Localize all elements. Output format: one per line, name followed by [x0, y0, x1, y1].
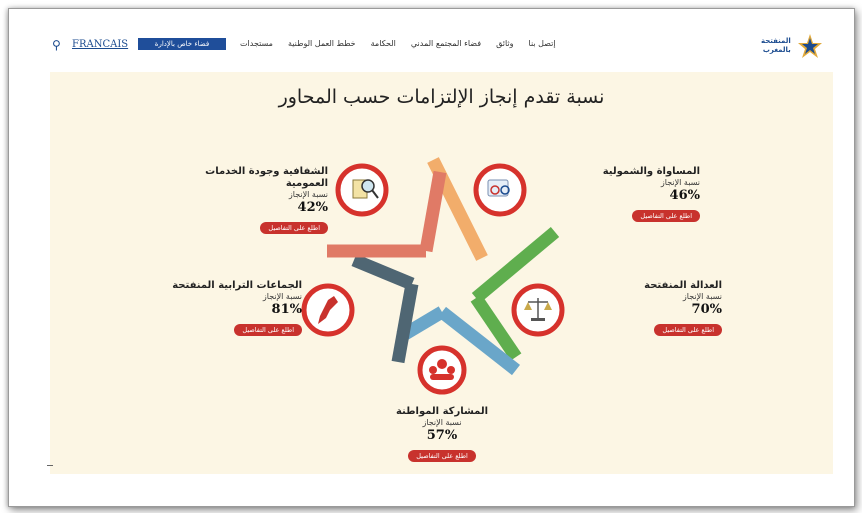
axis-open-justice-percent: 70%	[691, 302, 722, 317]
axis-icon-transparency	[335, 163, 389, 217]
axis-citizen-participation-details-button[interactable]: اطلع على التفاصيل	[408, 450, 476, 462]
search-icon[interactable]: ⚲	[52, 38, 61, 52]
axis-citizen-participation: المشاركة المواطنة نسبة الإنجاز 57% اطلع …	[372, 406, 512, 462]
axis-equality-details-button[interactable]: اطلع على التفاصيل	[632, 210, 700, 222]
admin-space-button[interactable]: فضاء خاص بالإدارة	[138, 38, 226, 50]
axis-local-councils-percent: 81%	[271, 302, 302, 317]
progress-panel: نسبة تقدم إنجاز الإلتزامات حسب المحاور ا…	[50, 72, 833, 474]
nav-item-news[interactable]: مستجدات	[240, 39, 273, 48]
axis-transparency-progress-label: نسبة الإنجاز	[288, 190, 328, 199]
axis-citizen-participation-progress-label: نسبة الإنجاز	[422, 418, 462, 427]
axis-open-justice-progress-label: نسبة الإنجاز	[682, 292, 722, 301]
logo-emblem-icon	[797, 34, 822, 58]
axis-local-councils-progress-label: نسبة الإنجاز	[262, 292, 302, 301]
site-header: ⚲ FRANCAIS فضاء خاص بالإدارة مستجدات خطط…	[40, 22, 835, 72]
axis-transparency-details-button[interactable]: اطلع على التفاصيل	[260, 222, 328, 234]
nav-item-action-plans[interactable]: خطط العمل الوطنية	[288, 39, 356, 48]
axis-citizen-participation-name: المشاركة المواطنة	[395, 406, 489, 417]
axis-local-councils-details-button[interactable]: اطلع على التفاصيل	[234, 324, 302, 336]
axis-transparency-name-line2: العمومية	[285, 178, 328, 189]
main-nav: مستجدات خطط العمل الوطنية الحكامة فضاء ا…	[240, 39, 600, 48]
nav-item-civil-society[interactable]: فضاء المجتمع المدني	[411, 39, 481, 48]
axis-open-justice: العدالة المنفتحة نسبة الإنجاز 70% اطلع ع…	[580, 280, 722, 336]
logo-line-2: بالمغرب	[762, 46, 791, 54]
nav-item-governance[interactable]: الحكامة	[371, 39, 396, 48]
axis-icon-equality	[473, 163, 527, 217]
axis-equality-progress-label: نسبة الإنجاز	[660, 178, 700, 187]
axis-open-justice-details-button[interactable]: اطلع على التفاصيل	[654, 324, 722, 336]
axis-open-justice-name: العدالة المنفتحة	[644, 280, 722, 291]
star-stroke-salmon-b	[419, 170, 447, 253]
axis-icon-local-councils	[301, 283, 355, 337]
axis-equality-name: المساواة والشمولية	[602, 166, 700, 177]
logo-text: المنفتحة بالمغرب	[761, 37, 791, 55]
axis-transparency: الشفافية وجودة الخدمات العمومية نسبة الإ…	[180, 166, 328, 234]
star-stroke-slate-a	[391, 282, 419, 364]
axis-equality: المساواة والشمولية نسبة الإنجاز 46% اطلع…	[560, 166, 700, 222]
nav-item-contact[interactable]: إتصل بنا	[529, 39, 556, 48]
axis-transparency-percent: 42%	[297, 200, 328, 215]
language-switch-link[interactable]: FRANCAIS	[72, 39, 128, 50]
nav-item-documents[interactable]: وثائق	[496, 39, 513, 48]
axis-icon-citizen-participation	[417, 345, 467, 395]
axis-citizen-participation-percent: 57%	[426, 428, 458, 443]
scroll-marker	[47, 465, 53, 466]
star-stroke-slate-b	[351, 253, 415, 291]
axis-equality-percent: 46%	[669, 188, 700, 203]
axis-transparency-name: الشفافية وجودة الخدمات	[205, 166, 328, 177]
axis-icon-justice	[511, 283, 565, 337]
axis-local-councils: الجماعات الترابية المنفتحة نسبة الإنجاز …	[154, 280, 302, 336]
admin-space-label: فضاء خاص بالإدارة	[154, 40, 210, 48]
logo-line-1: المنفتحة	[761, 37, 791, 45]
axis-local-councils-name: الجماعات الترابية المنفتحة	[172, 280, 302, 291]
site-logo[interactable]: المنفتحة بالمغرب	[761, 30, 827, 62]
